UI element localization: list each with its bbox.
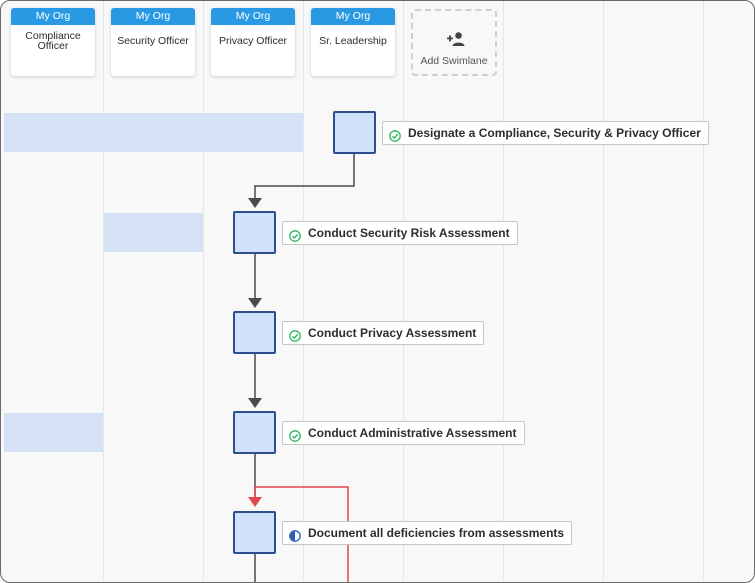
connector-arrow: [248, 298, 262, 308]
task-node[interactable]: [233, 411, 276, 454]
task-label[interactable]: Conduct Security Risk Assessment: [282, 221, 518, 245]
task-label-text: Conduct Privacy Assessment: [308, 326, 477, 340]
connector-arrow: [248, 398, 262, 408]
task-label-text: Conduct Administrative Assessment: [308, 426, 517, 440]
half-circle-icon: [289, 527, 301, 542]
task-label[interactable]: Designate a Compliance, Security & Priva…: [382, 121, 709, 145]
check-circle-icon: [289, 327, 301, 342]
task-label-text: Document all deficiencies from assessmen…: [308, 526, 565, 540]
connector-arrow: [248, 198, 262, 208]
task-label[interactable]: Document all deficiencies from assessmen…: [282, 521, 573, 545]
process-canvas: My Org Compliance Officer My Org Securit…: [0, 0, 755, 583]
task-node[interactable]: [333, 111, 376, 154]
task-label-text: Designate a Compliance, Security & Priva…: [408, 126, 701, 140]
loop-connector-arrow: [248, 497, 262, 507]
task-node[interactable]: [233, 211, 276, 254]
task-node[interactable]: [233, 511, 276, 554]
check-circle-icon: [289, 427, 301, 442]
check-circle-icon: [289, 227, 301, 242]
connector-line: [254, 154, 355, 200]
task-node[interactable]: [233, 311, 276, 354]
check-circle-icon: [389, 127, 401, 142]
task-label[interactable]: Conduct Administrative Assessment: [282, 421, 525, 445]
task-label-text: Conduct Security Risk Assessment: [308, 226, 510, 240]
task-label[interactable]: Conduct Privacy Assessment: [282, 321, 485, 345]
flow-connectors: [248, 154, 355, 582]
